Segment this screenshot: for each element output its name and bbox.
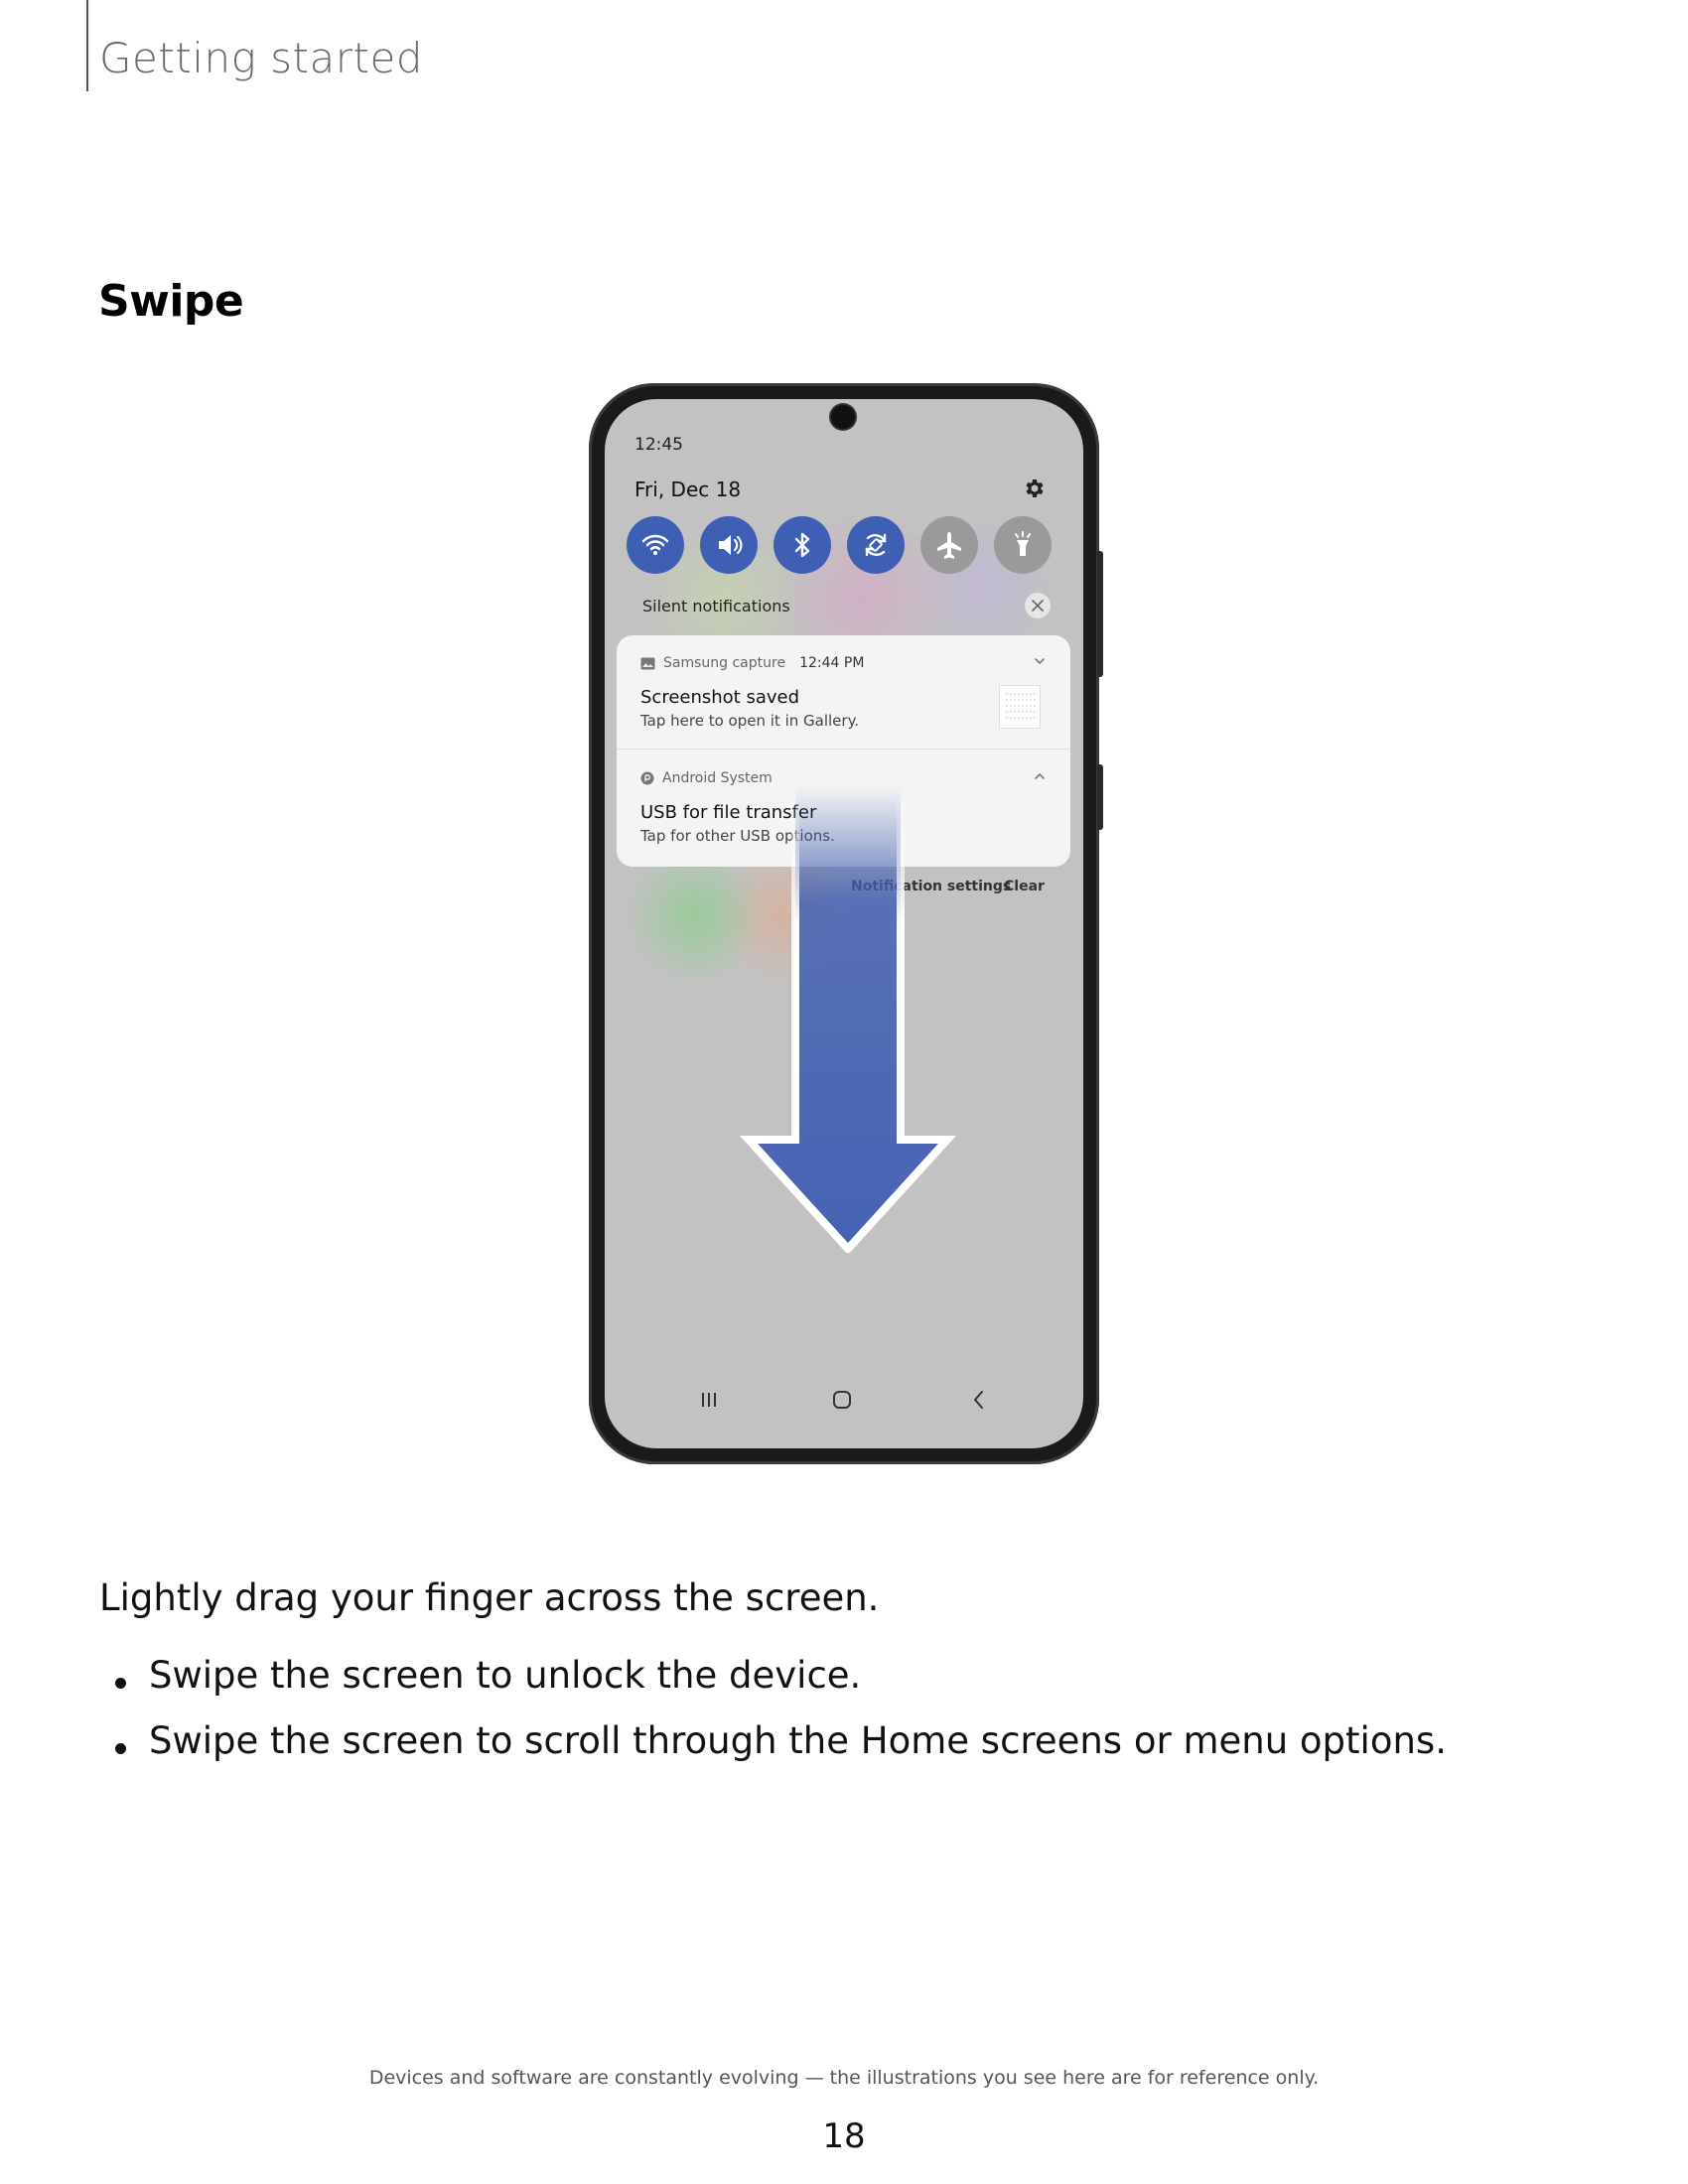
notification-time: 12:44 PM xyxy=(799,655,865,671)
home-icon[interactable] xyxy=(831,1390,853,1410)
quick-settings-row xyxy=(627,516,1063,576)
recent-apps-icon[interactable] xyxy=(698,1390,720,1410)
bluetooth-toggle[interactable] xyxy=(774,516,831,574)
phone-volume-button xyxy=(1097,551,1103,677)
bullet-icon xyxy=(115,1743,126,1754)
clear-button[interactable]: Clear xyxy=(1004,879,1045,894)
footer-disclaimer: Devices and software are constantly evol… xyxy=(368,2067,1320,2089)
page-number: 18 xyxy=(822,2116,866,2156)
phone-side-button xyxy=(1097,764,1103,830)
wifi-icon xyxy=(641,534,669,555)
chevron-up-icon[interactable] xyxy=(1032,768,1048,784)
flashlight-icon xyxy=(1015,531,1031,556)
list-item: Swipe the screen to scroll through the H… xyxy=(109,1719,1447,1785)
bullet-icon xyxy=(115,1678,126,1689)
screenshot-thumbnail xyxy=(999,685,1041,729)
list-item-text: Swipe the screen to unlock the device. xyxy=(149,1654,862,1697)
swipe-down-arrow-icon xyxy=(739,786,957,1253)
dismiss-silent-button[interactable] xyxy=(1025,593,1051,618)
phone-illustration: 12:45 Fri, Dec 18 Silent notifications S… xyxy=(589,383,1099,1464)
notification-title: Screenshot saved xyxy=(640,687,800,708)
back-icon[interactable] xyxy=(968,1390,990,1410)
section-header: Getting started xyxy=(99,34,423,82)
auto-rotate-icon xyxy=(865,533,887,557)
notification-app: Android System xyxy=(640,770,773,786)
sound-icon xyxy=(719,535,743,555)
intro-text: Lightly drag your finger across the scre… xyxy=(99,1576,880,1619)
wifi-toggle[interactable] xyxy=(627,516,684,574)
notification-item[interactable]: Samsung capture 12:44 PM Screenshot save… xyxy=(617,635,1070,750)
list-item-text: Swipe the screen to scroll through the H… xyxy=(149,1719,1447,1762)
gallery-icon xyxy=(640,657,655,669)
list-item: Swipe the screen to unlock the device. xyxy=(109,1654,1447,1719)
flashlight-toggle[interactable] xyxy=(994,516,1052,574)
front-camera xyxy=(831,405,855,429)
phone-screen: 12:45 Fri, Dec 18 Silent notifications S… xyxy=(605,399,1083,1448)
chevron-down-icon[interactable] xyxy=(1032,653,1048,669)
gear-icon[interactable] xyxy=(1022,477,1046,500)
navigation-bar xyxy=(605,1384,1083,1424)
bluetooth-icon xyxy=(794,532,810,558)
status-time: 12:45 xyxy=(634,435,683,455)
silent-notifications-label: Silent notifications xyxy=(642,597,790,615)
sound-toggle[interactable] xyxy=(700,516,758,574)
airplane-mode-icon xyxy=(937,532,961,559)
airplane-mode-toggle[interactable] xyxy=(920,516,978,574)
panel-date: Fri, Dec 18 xyxy=(634,478,742,501)
notification-app-name: Android System xyxy=(662,770,773,786)
bullet-list: Swipe the screen to unlock the device. S… xyxy=(109,1654,1447,1785)
auto-rotate-toggle[interactable] xyxy=(847,516,905,574)
notification-app: Samsung capture 12:44 PM xyxy=(640,655,864,671)
notification-app-name: Samsung capture xyxy=(663,655,786,671)
android-system-icon xyxy=(640,771,654,785)
page-title: Swipe xyxy=(98,276,244,327)
notification-text: Tap here to open it in Gallery. xyxy=(640,712,860,730)
header-rule xyxy=(86,0,88,91)
close-icon xyxy=(1032,600,1044,612)
